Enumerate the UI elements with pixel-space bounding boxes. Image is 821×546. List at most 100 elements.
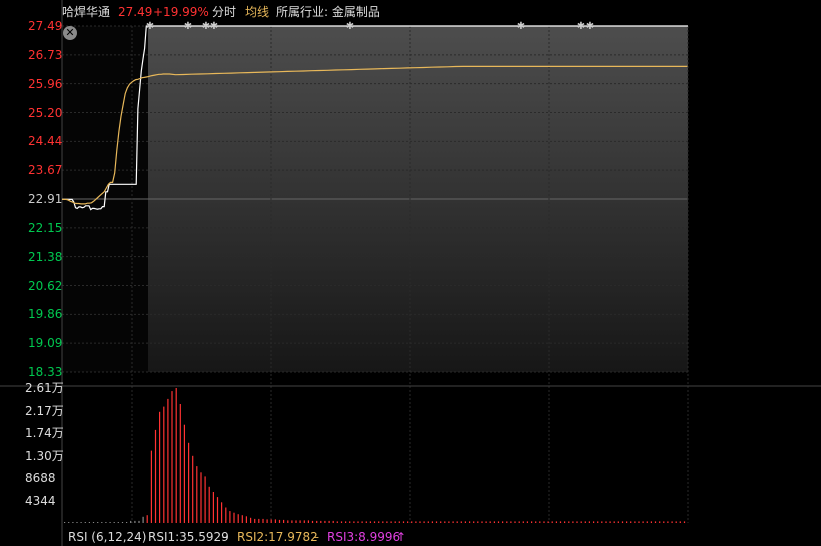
volume-bar [196, 466, 198, 523]
volume-bar [638, 521, 640, 523]
volume-bar [229, 511, 231, 523]
close-icon[interactable]: ✕ [63, 26, 77, 40]
volume-bar [518, 521, 520, 523]
rsi1-arrow-icon: – [222, 530, 228, 544]
volume-bar [266, 519, 268, 523]
volume-bar [241, 515, 243, 523]
volume-bar [130, 520, 132, 523]
volume-bar [361, 521, 363, 523]
volume-bar [138, 520, 140, 523]
volume-bar [274, 519, 276, 523]
volume-bar [650, 521, 652, 523]
volume-bar [448, 521, 450, 523]
volume-bar [258, 518, 260, 523]
volume-bar [307, 520, 309, 523]
volume-bar [188, 442, 190, 523]
volume-bar [683, 521, 686, 523]
volume-bar [485, 521, 487, 523]
volume-bar [332, 520, 334, 523]
volume-bar [402, 521, 405, 523]
rsi3-arrow-icon: ↑ [396, 530, 407, 544]
volume-bar [423, 521, 425, 523]
volume-bar [204, 476, 206, 523]
stock-name[interactable]: 哈焊华通 [62, 4, 110, 20]
volume-bar [72, 522, 74, 523]
volume-bar [481, 521, 483, 523]
volume-bar [154, 429, 157, 523]
volume-bar [407, 521, 409, 523]
volume-bar [183, 424, 185, 523]
volume-bar [126, 522, 128, 523]
volume-bar [617, 521, 619, 523]
volume-bar [270, 519, 272, 523]
volume-bar [440, 521, 442, 523]
volume-bar [134, 520, 136, 523]
volume-bar [324, 520, 326, 523]
volume-bar [621, 521, 624, 523]
volume-bar [502, 521, 504, 523]
volume-bar [340, 521, 343, 523]
volume-bar [588, 521, 590, 523]
volume-bar [671, 521, 673, 523]
industry-label[interactable]: 所属行业: 金属制品 [276, 4, 380, 20]
volume-bar [469, 521, 471, 523]
volume-bar [373, 521, 376, 523]
tab-timeshare[interactable]: 分时 [212, 4, 236, 20]
volume-bar [663, 521, 665, 523]
volume-bar [250, 517, 252, 523]
volume-bar [427, 521, 429, 523]
volume-bar [97, 522, 99, 523]
volume-bar [163, 406, 165, 523]
volume-bar [150, 450, 152, 523]
volume-bar [121, 522, 124, 523]
volume-bar [506, 521, 508, 523]
rsi2-value: RSI2:17.9782 [237, 530, 318, 544]
volume-bar [431, 521, 433, 523]
volume-bar [225, 507, 227, 523]
volume-bar [394, 521, 396, 523]
volume-bar [142, 516, 144, 523]
volume-bar [531, 521, 533, 523]
price-tick-label: 19.86 [28, 307, 63, 322]
chart-area[interactable]: ✱ ✱ ✱ ✱ ✱ ✱ ✱ ✱ [0, 0, 821, 546]
volume-bar [171, 391, 173, 523]
volume-bar [254, 518, 256, 523]
volume-bar [357, 521, 359, 523]
volume-bar [634, 521, 636, 523]
avg-line-label[interactable]: 均线 [245, 4, 269, 20]
volume-bar [460, 521, 462, 523]
price-tick-label: 25.96 [28, 76, 63, 91]
volume-bar [208, 486, 210, 523]
volume-bar [64, 522, 66, 523]
price-tick-label: 22.91 [28, 192, 63, 206]
volume-bar [547, 521, 549, 523]
volume-bar [345, 521, 347, 523]
volume-bar [109, 522, 111, 523]
volume-bar [613, 521, 615, 523]
volume-bar [295, 520, 297, 523]
volume-bar [675, 521, 677, 523]
price-tick-label: 20.62 [28, 278, 63, 293]
volume-bar [642, 521, 644, 523]
volume-bar [113, 522, 115, 523]
volume-bar [593, 521, 595, 523]
price-tick-label: 19.09 [28, 336, 63, 351]
volume-bar [646, 521, 648, 523]
volume-tick-label: 2.17万 [25, 403, 64, 418]
volume-bar [543, 521, 545, 523]
volume-tick-label: 2.61万 [25, 381, 64, 395]
volume-bar [192, 455, 194, 523]
volume-bar [179, 404, 181, 523]
volume-bar [522, 521, 524, 523]
volume-bar [605, 521, 607, 523]
rsi-title[interactable]: RSI (6,12,24) [68, 530, 146, 544]
volume-bar [679, 521, 681, 523]
volume-bar [221, 502, 223, 523]
volume-bar [464, 521, 466, 523]
price-tick-label: 26.73 [28, 47, 63, 62]
volume-tick-label: 1.30万 [25, 448, 64, 463]
volume-bar [283, 519, 285, 523]
volume-bar [514, 521, 516, 523]
volume-tick-label: 4344 [25, 493, 56, 508]
volume-bar [117, 522, 119, 523]
